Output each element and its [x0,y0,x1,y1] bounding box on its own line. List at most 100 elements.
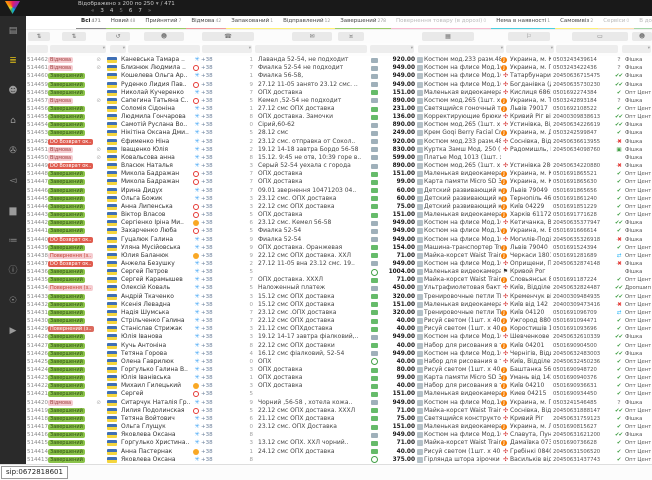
client-phone[interactable]: +38 [201,154,241,162]
info-icon[interactable]: ⓘ [0,256,26,286]
client-phone[interactable]: +38 [201,456,241,464]
client-phone[interactable]: +38 [201,301,241,309]
client-phone[interactable]: +38 [201,113,241,121]
client-phone[interactable]: +38 [201,284,241,292]
order-row[interactable]: 514430ЗавершенийСтрільченко Галина✳+3872… [26,317,652,325]
products-basket-icon[interactable]: ▦ [422,32,474,41]
substatus-sort-icon[interactable]: ⇅ [62,32,86,41]
client-phone[interactable]: +38 [201,187,241,195]
order-row[interactable]: 514454ЗавершенийСамотій Руслана Во..✳+38… [26,121,652,129]
client-phone[interactable]: +38 [201,333,241,341]
order-row[interactable]: 514416ЗавершенийЯковлева Оксана✳+388949.… [26,431,652,439]
client-phone[interactable]: +38 [201,219,241,227]
pager-prev-icon[interactable]: « [91,8,94,14]
app-logo-icon[interactable] [5,1,20,14]
price-filter[interactable]: ▾ [370,45,414,53]
order-row[interactable]: 514421ЗавершенийСергей+385151.00Маленька… [26,390,652,398]
client-phone[interactable]: +38 [201,317,241,325]
tracking-number[interactable]: 20400309484935 [551,293,612,301]
tracking-number[interactable]: 0501690936631 [551,382,612,390]
client-phone[interactable]: +38 [201,236,241,244]
client-phone[interactable]: +38 [201,399,241,407]
client-phone[interactable]: +38 [201,121,241,129]
order-row[interactable]: 514450Відмова⊘Ковальсова анна✳+38815.12.… [26,154,652,162]
client-phone[interactable]: +38 [201,390,241,398]
order-row[interactable]: 514446ЗавершенийИрина Дидух✳+38709.01 зв… [26,187,652,195]
marketing-megaphone-icon[interactable]: ◅ [0,166,26,196]
client-phone[interactable]: +38 [201,374,241,382]
tracking-number[interactable]: 0501690736628 [551,439,612,447]
tracking-number[interactable]: 0503241546485 [551,399,612,407]
client-phone[interactable]: +38 [201,342,241,350]
client-phone[interactable]: +38 [201,423,241,431]
tracking-number[interactable]: 0503243439614 [551,56,612,64]
tracking-number[interactable]: 20450632824487 [551,284,612,292]
tracking-number[interactable]: 0501691865521 [551,170,612,178]
tracking-number[interactable]: 20450631506520 [551,448,612,456]
client-phone[interactable]: +38 [201,56,241,64]
tracking-number[interactable]: 20450632483003 [551,350,612,358]
order-row[interactable]: 514423ЗавершенийЮлія Іванівська✳+381ОПХ … [26,374,652,382]
tracking-number[interactable]: 0501691666614 [551,227,612,235]
order-row[interactable]: 514426ЗавершенийТетяна Горова✳+38416.12 … [26,350,652,358]
client-phone[interactable]: +38 [201,407,241,415]
tracking-number[interactable]: 20450632450236 [551,358,612,366]
order-row[interactable]: 514449DO Возврат ок..Власюк Наталья✳+383… [26,162,652,170]
tracking-number[interactable]: 0501691187224 [551,276,612,284]
tracking-number[interactable]: 0501692274384 [551,89,612,97]
client-phone[interactable]: +38 [201,211,241,219]
comment-filter[interactable] [255,45,367,53]
tracking-number[interactable]: 0501690948720 [551,366,612,374]
tracking-number[interactable]: 20450631621200 [551,431,612,439]
delivery-location-icon[interactable]: ⚐ [508,32,550,41]
order-row[interactable]: 514437DO Возврат ок..Анжела Безушку✳+382… [26,260,652,268]
order-row[interactable]: 514427ЗавершенийКучь Антоніна✳+38822.12 … [26,341,652,349]
settings-sliders-icon[interactable]: ≔ [0,226,26,256]
order-row[interactable]: 514431ЗавершенийНадія Шумська✳+38723.12 … [26,309,652,317]
client-phone[interactable]: +38 [201,89,241,97]
tracking-number[interactable]: 20450634226619 [551,121,612,129]
order-row[interactable]: 514419ЗавершенийЛилия Подолинская+38522.… [26,407,652,415]
order-row[interactable]: 514435ЗавершенийСергей Карамышев✳+387ОПХ… [26,276,652,284]
client-phone[interactable]: +38 [201,129,241,137]
tracking-number[interactable]: 0501692108522 [551,105,612,113]
ttn-filter[interactable] [556,45,618,53]
client-phone[interactable]: +38 [201,81,241,89]
client-phone[interactable]: +38 [201,64,241,72]
tracking-number[interactable]: 20450636613955 [551,138,612,146]
client-phone[interactable]: +38 [201,293,241,301]
payment-icon[interactable]: ¤ [338,32,364,41]
tracking-number[interactable]: 0503242599847 [551,129,612,137]
client-phone[interactable]: +38 [201,325,241,333]
tracking-number[interactable]: 0503243422436 [551,64,612,72]
client-phone[interactable]: +38 [201,276,241,284]
tracking-number[interactable]: 0501691865630 [551,178,612,186]
order-row[interactable]: 514433ЗавершенийАндрій Ткаченко✳+38315.1… [26,293,652,301]
client-filter[interactable] [128,45,200,53]
tracking-number[interactable]: 20450632610339 [551,333,612,341]
tracking-number[interactable]: 0501690934450 [551,390,612,398]
order-row[interactable]: 514462Відмова⊘Каневська Тамара ..✳+381Ла… [26,56,652,64]
order-row[interactable]: 514444ЗавершенийАнна Липенська+38322.12 … [26,203,652,211]
order-row[interactable]: 514434Повернення (з..Олексій Коваль✳+385… [26,284,652,292]
tab-повернення-товару-в-дорозі-[interactable]: Повернення товару (в дорозі)0 [391,16,491,30]
web-globe-icon[interactable]: ☉ [0,286,26,316]
comment-icon[interactable]: ✉ [292,32,332,41]
tracking-number[interactable]: 20450631759123 [551,415,612,423]
client-phone[interactable]: +38 [201,439,241,447]
order-row[interactable]: 514439ЗавершенийУляна Мусійовська✳+389ОП… [26,244,652,252]
tracking-number[interactable]: 20450635326918 [551,236,612,244]
pager-page-5[interactable]: 5 [119,8,123,14]
tracking-number[interactable]: 0503242893184 [551,97,612,105]
pager-page-3[interactable]: 3 [100,8,104,14]
tracking-number[interactable]: 0501691865656 [551,187,612,195]
client-phone[interactable]: +38 [201,162,241,170]
order-row[interactable]: 514448ЗавершенийМикола Бадражан+387ОПХ д… [26,170,652,178]
warehouse-icon[interactable]: ⌂ [0,106,26,136]
callback-icon[interactable]: ↺ [106,32,130,41]
tracking-number[interactable]: 20450632874148 [551,260,612,268]
order-row[interactable]: 514438Повернення (з..Юлия Баланюк+38922.… [26,252,652,260]
order-row[interactable]: 514455ЗавершенийЛюдмила Гончарова✳+388ОП… [26,113,652,121]
tab-новий[interactable]: Новий48 [106,16,141,30]
phone-icon[interactable]: ☎ [202,32,254,41]
